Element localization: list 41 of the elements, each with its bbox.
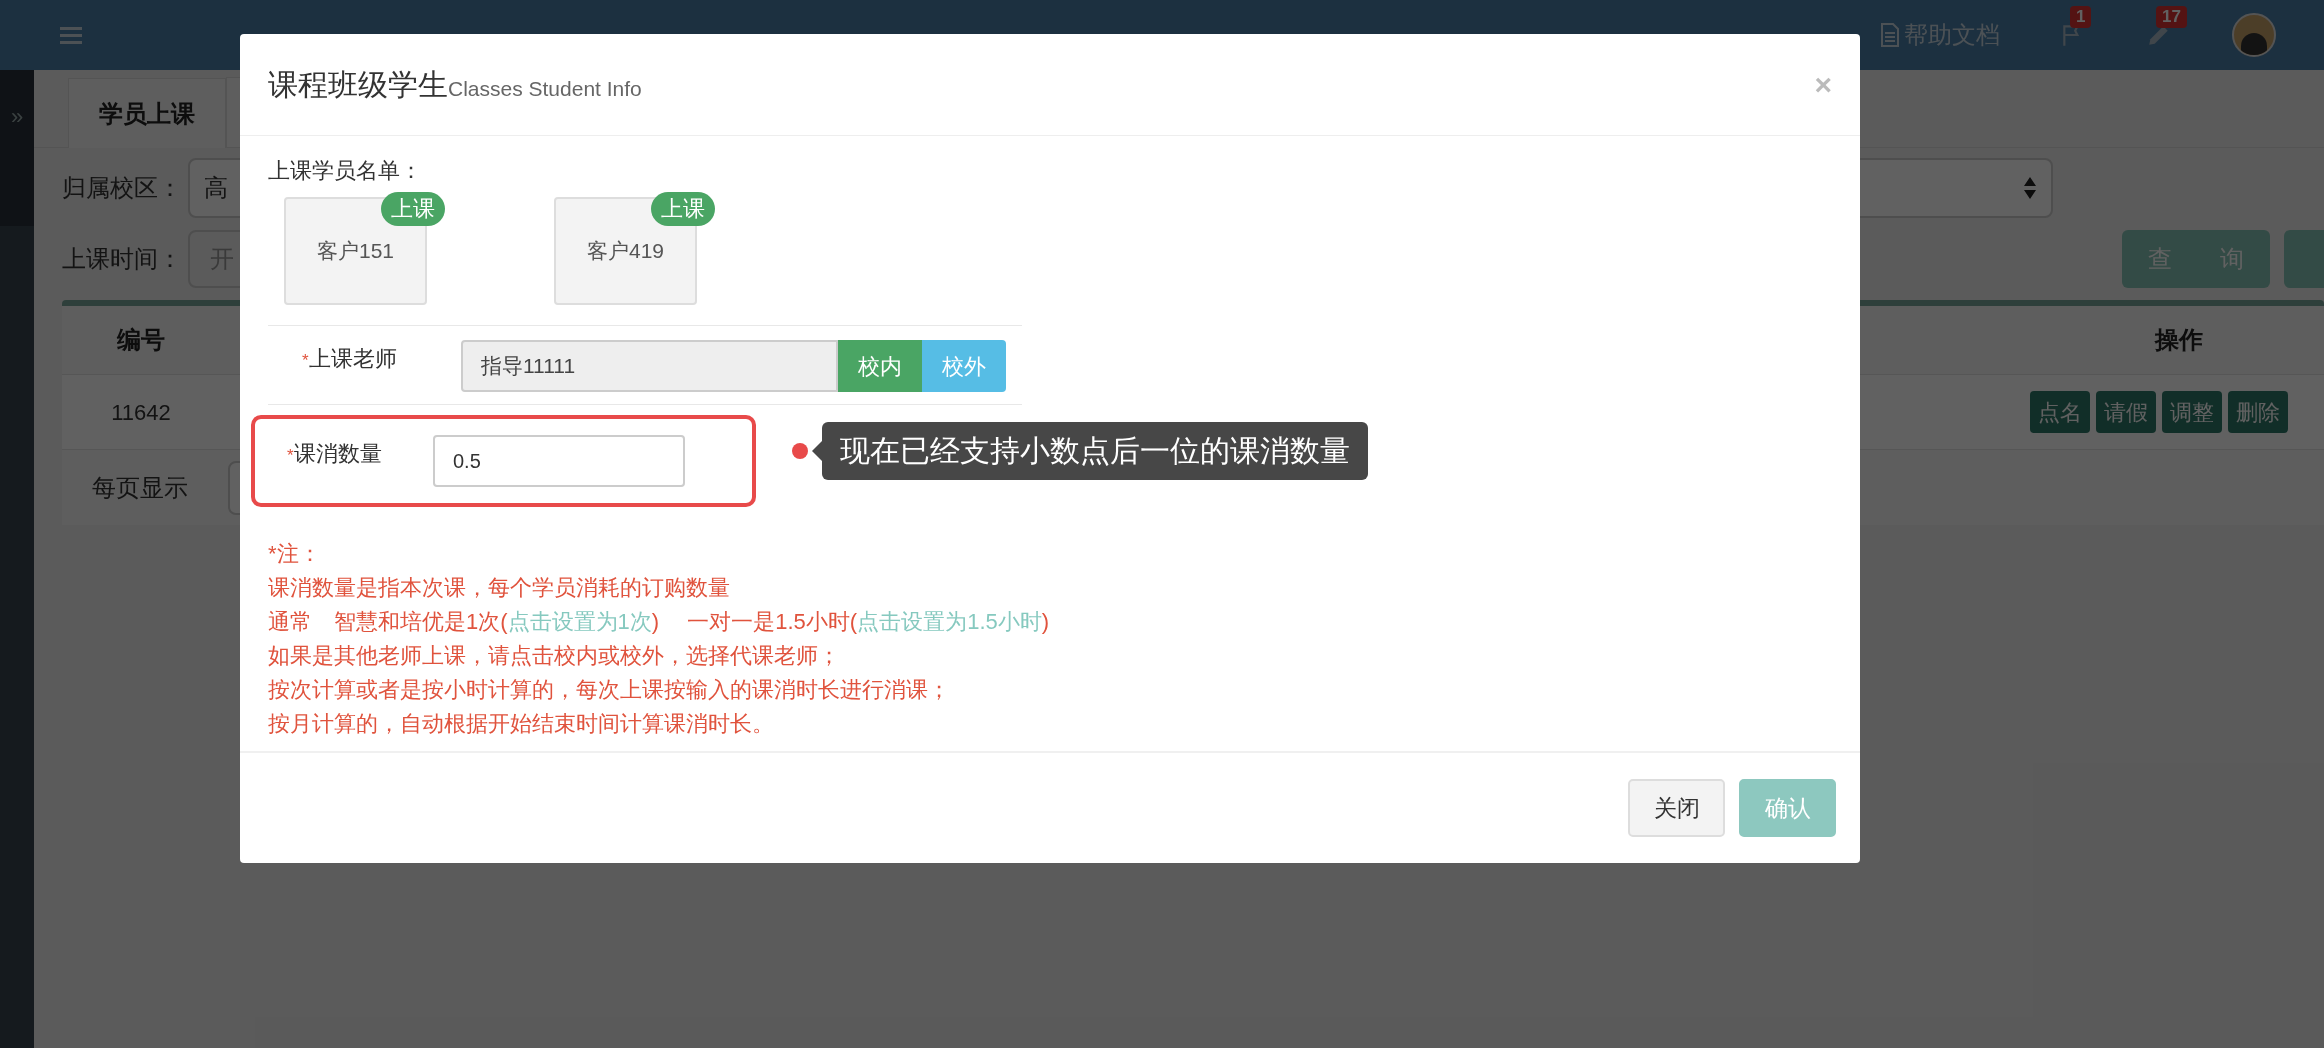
modal-subtitle: Classes Student Info [448, 75, 642, 102]
count-badge: 1 [2070, 6, 2092, 28]
document-icon [1880, 23, 1900, 47]
note-line: 课消数量是指本次课，每个学员消耗的订购数量 [268, 574, 731, 602]
page-tab[interactable]: 学员上课 [68, 78, 226, 148]
avatar[interactable] [2232, 13, 2276, 57]
quantity-input[interactable]: 0.5 [433, 435, 685, 487]
time-label: 上课时间： [62, 244, 183, 274]
note-line: 如果是其他老师上课，请点击校内或校外，选择代课老师； [268, 642, 841, 670]
column-header: 编号 [116, 325, 166, 355]
column-header: 操作 [2153, 325, 2204, 355]
row-action-button[interactable]: 调整 [2162, 391, 2222, 433]
campus-label: 归属校区： [62, 173, 183, 203]
note-line: 按月计算的，自动根据开始结束时间计算课消时长。 [268, 710, 775, 738]
menu-icon[interactable] [60, 25, 82, 45]
table-cell-text: 11642 [110, 398, 172, 427]
close-button[interactable]: × [1814, 62, 1832, 107]
close-dialog-button[interactable]: 关闭 [1628, 779, 1725, 837]
row-action-button[interactable]: 点名 [2030, 391, 2090, 433]
teacher-source-button[interactable]: 校外 [922, 340, 1006, 392]
note-line: *注： [268, 540, 322, 568]
set-link[interactable]: 点击设置为1次 [507, 609, 652, 634]
row-action-button[interactable]: 请假 [2096, 391, 2156, 433]
note-line: 通常 智慧和培优是1次(点击设置为1次) 一对一是1.5小时(点击设置为1.5小时) [268, 608, 1051, 636]
set-link[interactable]: 点击设置为1.5小时 [857, 609, 1042, 634]
modal-title: 课程班级学生 [268, 67, 448, 103]
tooltip: 现在已经支持小数点后一位的课消数量 [822, 422, 1368, 480]
confirm-button[interactable]: 确认 [1739, 779, 1836, 837]
teacher-field[interactable]: 指导11111 [461, 340, 838, 392]
attendance-badge: 上课 [651, 192, 715, 226]
students-label: 上课学员名单： [268, 157, 423, 185]
teacher-label: *上课老师 [301, 345, 398, 373]
action-button[interactable] [2284, 230, 2324, 288]
count-badge: 17 [2156, 6, 2187, 28]
attendance-badge: 上课 [381, 192, 445, 226]
note-line: 按次计算或者是按小时计算的，每次上课按输入的课消时长进行消课； [268, 676, 951, 704]
select-arrows-icon [2023, 176, 2037, 200]
row-action-button[interactable]: 删除 [2228, 391, 2288, 433]
quantity-label: *课消数量 [286, 440, 383, 468]
page-size-label: 每页显示 [92, 472, 188, 503]
teacher-source-button[interactable]: 校内 [838, 340, 922, 392]
